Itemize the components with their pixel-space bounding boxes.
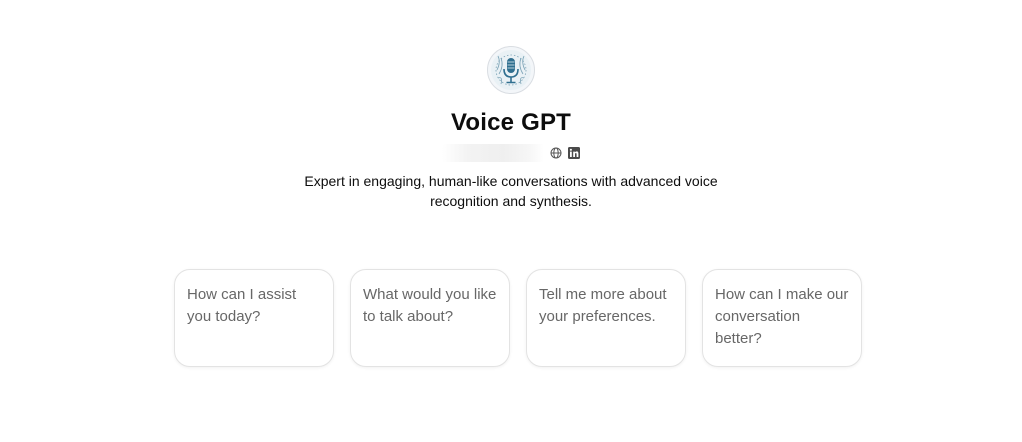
starter-text: What would you like to talk about? (363, 286, 497, 325)
starter-text: How can I assist you today? (187, 286, 297, 325)
author-name-redacted (442, 144, 544, 162)
starter-card[interactable]: How can I make our conversation better? (702, 269, 862, 367)
starter-text: How can I make our conversation better? (715, 286, 849, 347)
globe-icon[interactable] (550, 147, 562, 159)
starter-card[interactable]: What would you like to talk about? (350, 269, 510, 367)
gpt-description: Expert in engaging, human-like conversat… (304, 173, 718, 209)
gpt-title: Voice GPT (450, 109, 572, 136)
gpt-intro: Voice GPT Expert in engaging, human-like… (0, 0, 1022, 211)
microphone-icon (491, 50, 531, 90)
linkedin-icon[interactable] (568, 147, 580, 159)
gpt-avatar (487, 46, 535, 94)
conversation-starters: How can I assist you today? What would y… (174, 269, 862, 367)
starter-card[interactable]: How can I assist you today? (174, 269, 334, 367)
starter-card[interactable]: Tell me more about your preferences. (526, 269, 686, 367)
starter-text: Tell me more about your preferences. (539, 286, 667, 325)
gpt-byline (442, 143, 580, 163)
